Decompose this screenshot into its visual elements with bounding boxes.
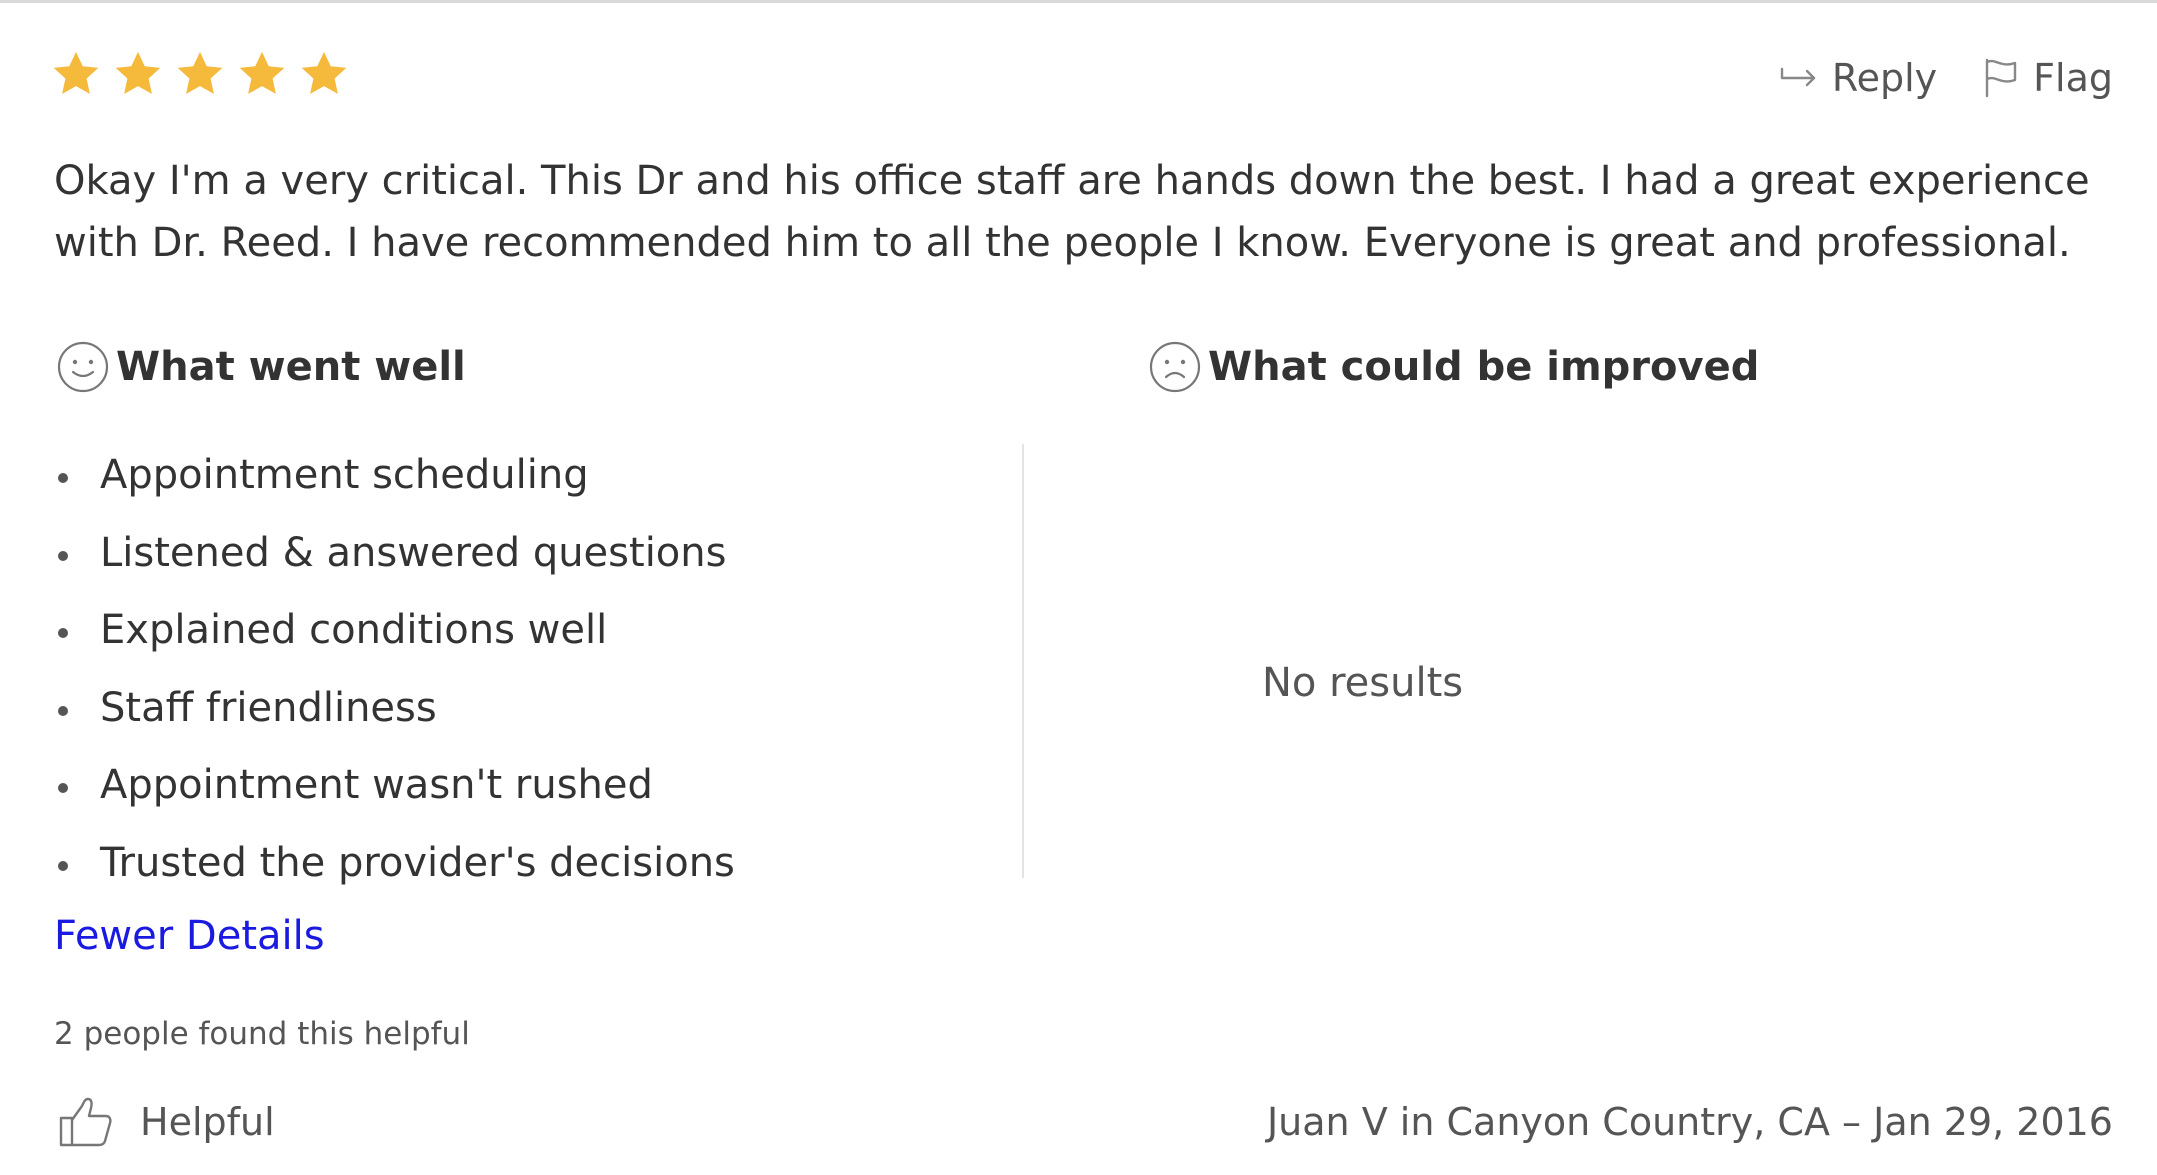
- went-well-title: What went well: [116, 344, 466, 390]
- could-improve-heading: What could be improved: [1148, 340, 1759, 394]
- flag-label: Flag: [2033, 56, 2113, 100]
- star-icon: [115, 51, 161, 94]
- reply-arrow-icon: [1780, 67, 1816, 87]
- flag-button[interactable]: Flag: [1983, 56, 2113, 100]
- column-divider: [1022, 444, 1024, 878]
- list-item: Appointment wasn't rushed: [54, 756, 735, 834]
- review-text: Okay I'm a very critical. This Dr and hi…: [54, 158, 2090, 266]
- went-well-heading: What went well: [56, 340, 466, 394]
- list-item: Appointment scheduling: [54, 446, 735, 524]
- star-rating: [50, 48, 350, 100]
- author-line: Juan V in Canyon Country, CA – Jan 29, 2…: [1266, 1100, 2113, 1144]
- reply-button[interactable]: Reply: [1780, 56, 1937, 100]
- top-divider: [0, 0, 2157, 3]
- star-icon: [239, 51, 285, 94]
- star-icon: [177, 51, 223, 94]
- went-well-list: Appointment scheduling Listened & answer…: [54, 446, 735, 911]
- review-actions: Reply Flag: [1780, 56, 2113, 100]
- fewer-details-link[interactable]: Fewer Details: [54, 913, 325, 959]
- sad-face-icon: [1149, 341, 1201, 393]
- list-item: Trusted the provider's decisions: [54, 834, 735, 912]
- thumbs-up-icon: [59, 1097, 112, 1147]
- reply-label: Reply: [1831, 56, 1938, 100]
- helpful-button[interactable]: Helpful: [58, 1096, 275, 1148]
- list-item: Listened & answered questions: [54, 524, 735, 602]
- smiley-face-icon: [57, 341, 109, 393]
- star-icon: [53, 51, 99, 94]
- list-item: Staff friendliness: [54, 679, 735, 757]
- could-improve-title: What could be improved: [1208, 344, 1760, 390]
- list-item: Explained conditions well: [54, 601, 735, 679]
- helpful-label: Helpful: [140, 1100, 275, 1144]
- flag-icon: [1985, 58, 2017, 98]
- star-icon: [301, 51, 347, 94]
- no-results-text: No results: [1262, 660, 1464, 706]
- helpful-count: 2 people found this helpful: [54, 1016, 470, 1052]
